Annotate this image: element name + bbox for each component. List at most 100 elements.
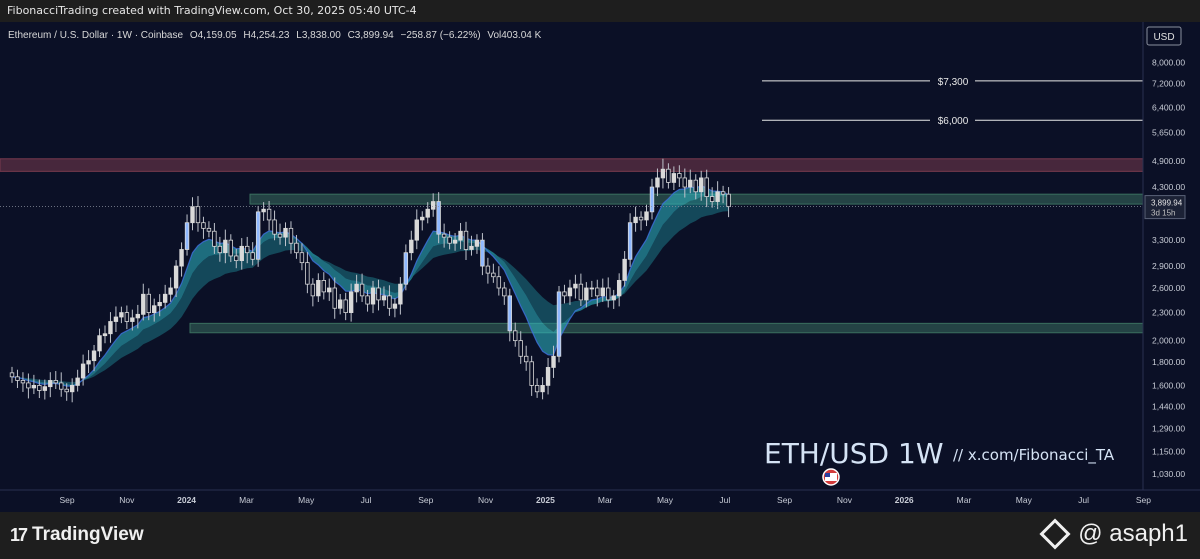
candle-body [567, 287, 573, 297]
price-tick-label: 1,290.00 [1152, 424, 1185, 434]
candle-body [305, 262, 310, 285]
price-tick-label: 6,400.00 [1152, 102, 1185, 112]
candle-body [146, 293, 151, 313]
price-tick-label: 4,300.00 [1152, 182, 1185, 192]
candle-body [660, 168, 666, 179]
candle-body [228, 239, 233, 257]
price-tick-label: 8,000.00 [1152, 57, 1185, 67]
candle-body [97, 335, 102, 352]
price-tick-label: 2,900.00 [1152, 261, 1185, 271]
candle-body [578, 283, 584, 301]
candle-body [622, 258, 627, 281]
candle-body [409, 239, 414, 254]
diamond-icon [1039, 518, 1071, 550]
price-tick-label: 1,150.00 [1152, 447, 1185, 457]
candle-body [53, 380, 58, 384]
watermark-title: ETH/USD 1W [764, 437, 944, 470]
price-chart[interactable]: $7,300 $6,000 8,000.00 7,200.00 6,400.00 5,6… [0, 22, 1200, 512]
candle-body [42, 386, 48, 391]
candle-body [250, 252, 255, 260]
candle-body [310, 283, 316, 297]
candle-body [119, 312, 124, 318]
candle-body [354, 283, 359, 293]
price-tag-value: 3,899.94 [1151, 199, 1183, 208]
candle-body [425, 208, 430, 218]
candle-body [671, 173, 677, 183]
price-tick-label: 3,300.00 [1152, 235, 1185, 245]
candle-body [239, 245, 244, 262]
candle-body [102, 333, 108, 337]
time-tick-label: Mar [598, 495, 613, 505]
candle-body [644, 211, 649, 221]
author-credit: @ asaph1 [1039, 518, 1188, 550]
candle-body [502, 287, 507, 297]
price-tick-label: 1,800.00 [1152, 357, 1185, 367]
candle-body [316, 280, 321, 297]
candle-body [633, 216, 638, 224]
price-tick-label: 2,600.00 [1152, 283, 1185, 293]
price-tick-label: 7,200.00 [1152, 79, 1185, 89]
candle-body [141, 293, 146, 315]
candle-body [616, 280, 622, 297]
candle-body [130, 317, 135, 322]
candle-body [299, 252, 305, 264]
candle-body [447, 236, 452, 244]
time-tick-label: Sep [418, 495, 433, 505]
candle-body [452, 239, 458, 244]
candle-body [529, 361, 534, 386]
candle-body [441, 233, 447, 238]
candle-body [392, 303, 398, 309]
candle-body [491, 272, 496, 278]
candle-body [600, 287, 605, 297]
candle-body [649, 186, 655, 213]
candle-body [513, 330, 518, 342]
time-tick-label: Nov [837, 495, 853, 505]
candle-body [518, 340, 523, 357]
candle-body [288, 227, 294, 244]
candle-body [589, 287, 595, 290]
candle-body [655, 177, 660, 188]
candle-body [69, 385, 75, 393]
tradingview-brand: TradingView [32, 524, 144, 545]
time-tick-label: May [657, 495, 674, 505]
time-tick-label: Jul [719, 495, 730, 505]
footer-bar: 17 TradingView @ asaph1 [0, 512, 1200, 559]
candle-body [26, 382, 31, 389]
candle-body [86, 360, 91, 365]
ohlc-legend: Ethereum / U.S. Dollar · 1W · Coinbase O… [8, 30, 542, 41]
tradingview-logo[interactable]: 17 TradingView [10, 524, 144, 546]
candle-body [688, 179, 693, 188]
candle-body [294, 242, 299, 254]
time-tick-label: Mar [239, 495, 254, 505]
candle-body [59, 382, 64, 390]
symbol-label: Ethereum / U.S. Dollar · 1W · Coinbase [8, 30, 183, 41]
candle-body [343, 299, 348, 313]
price-tick-label: 5,650.00 [1152, 127, 1185, 137]
candle-body [474, 239, 480, 247]
candle-body [348, 291, 354, 313]
candle-body [124, 312, 130, 322]
candle-body [611, 295, 616, 301]
candle-body [223, 239, 228, 254]
candle-body [245, 245, 250, 254]
candle-body [595, 287, 600, 297]
candle-body [327, 287, 332, 293]
candle [255, 205, 261, 267]
candle-body [20, 380, 26, 384]
time-tick-label: Sep [777, 495, 792, 505]
candle-body [173, 265, 179, 289]
candle-body [283, 227, 288, 238]
candle-body [627, 222, 633, 260]
top-attribution-bar: FibonacciTrading created with TradingVie… [0, 0, 1200, 22]
candle-body [534, 385, 540, 393]
candle-body [551, 355, 556, 368]
currency-button[interactable]: USD [1146, 26, 1182, 46]
candle-body [403, 252, 409, 285]
time-tick-label: Jul [1078, 495, 1089, 505]
candle-body [321, 280, 326, 293]
candle-body [337, 299, 343, 309]
candle-body [206, 227, 212, 232]
candle-body [9, 372, 15, 378]
candle-body [272, 219, 277, 235]
flag-badge-icon [822, 468, 840, 486]
